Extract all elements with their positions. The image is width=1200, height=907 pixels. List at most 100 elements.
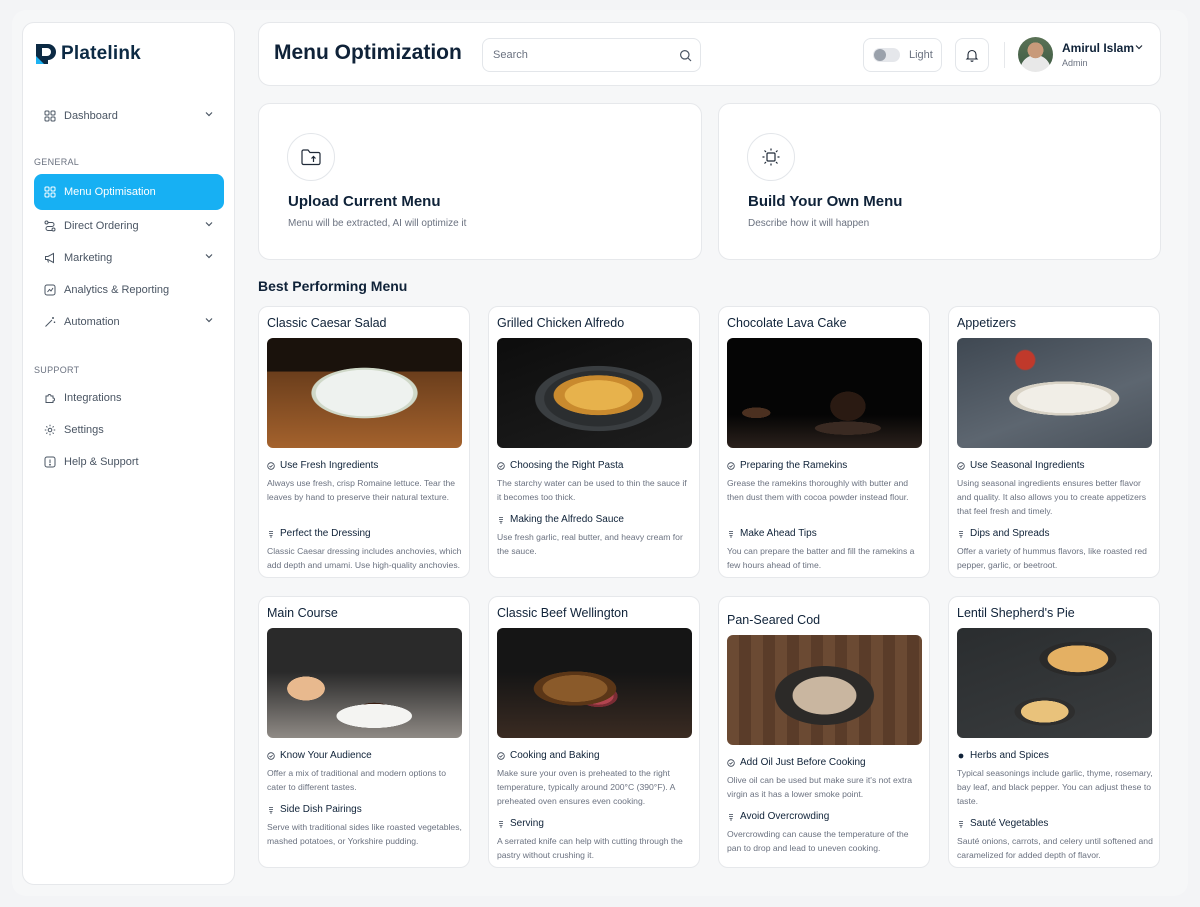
tip-heading: Use Seasonal Ingredients bbox=[957, 460, 1085, 471]
tip-heading: Sauté Vegetables bbox=[957, 818, 1048, 829]
sidebar-item-help-support[interactable]: Help & Support bbox=[34, 445, 224, 479]
menu-card[interactable]: Appetizers Use Seasonal Ingredients Using … bbox=[948, 306, 1160, 578]
menu-card[interactable]: Main Course Know Your Audience Offer a mix… bbox=[258, 596, 470, 868]
drop-icon bbox=[269, 806, 273, 813]
chevron-down-icon[interactable] bbox=[204, 219, 214, 229]
action-subtitle: Describe how it will happen bbox=[748, 218, 870, 229]
menu-card-image bbox=[957, 338, 1152, 448]
tip-text: Classic Caesar dressing includes anchovi… bbox=[267, 546, 462, 570]
sidebar-item-label: Menu Optimisation bbox=[64, 186, 156, 198]
tip-text: Using seasonal ingredients ensures bette… bbox=[957, 478, 1147, 516]
tip-heading: Avoid Overcrowding bbox=[727, 811, 829, 822]
tip-heading: Cooking and Baking bbox=[497, 750, 600, 761]
sidebar-item-integrations[interactable]: Integrations bbox=[34, 381, 224, 415]
sidebar-item-label: Direct Ordering bbox=[64, 220, 139, 232]
check-circle-icon bbox=[497, 751, 505, 760]
chevron-down-icon[interactable] bbox=[204, 251, 214, 261]
drop-icon bbox=[959, 820, 963, 827]
tip-text: Offer a variety of hummus flavors, like … bbox=[957, 546, 1147, 570]
tip-heading-label: Serving bbox=[510, 818, 544, 829]
search-box[interactable] bbox=[482, 38, 701, 72]
menu-card[interactable]: Lentil Shepherd's Pie Herbs and Spices Typ… bbox=[948, 596, 1160, 868]
header-divider bbox=[1004, 42, 1005, 68]
brand-logo[interactable]: Platelink bbox=[35, 43, 141, 65]
sidebar-item-dashboard[interactable]: Dashboard bbox=[34, 99, 224, 133]
menu-card-title: Classic Caesar Salad bbox=[267, 316, 387, 330]
user-name[interactable]: Amirul Islam bbox=[1062, 41, 1134, 55]
sidebar-item-analytics-reporting[interactable]: Analytics & Reporting bbox=[34, 273, 224, 307]
tip-text: Serve with traditional sides like roaste… bbox=[267, 822, 462, 846]
menu-card[interactable]: Chocolate Lava Cake Preparing the Ramekin… bbox=[718, 306, 930, 578]
tip-heading-label: Dips and Spreads bbox=[970, 528, 1050, 539]
tip-heading: Make Ahead Tips bbox=[727, 528, 817, 539]
avatar[interactable] bbox=[1018, 37, 1053, 72]
action-title: Build Your Own Menu bbox=[748, 193, 903, 210]
tip-heading: Dips and Spreads bbox=[957, 528, 1050, 539]
build-menu-card[interactable]: Build Your Own Menu Describe how it will… bbox=[718, 103, 1161, 260]
menu-card[interactable]: Classic Caesar Salad Use Fresh Ingredient… bbox=[258, 306, 470, 578]
theme-toggle[interactable]: Light bbox=[863, 38, 942, 72]
menu-card[interactable]: Pan-Seared Cod Add Oil Just Before Cookin… bbox=[718, 596, 930, 868]
theme-switch[interactable] bbox=[873, 48, 900, 62]
tip-heading: Know Your Audience bbox=[267, 750, 372, 761]
notifications-button[interactable] bbox=[955, 38, 989, 72]
menu-card[interactable]: Grilled Chicken Alfredo Choosing the Righ… bbox=[488, 306, 700, 578]
sidebar-item-label: Dashboard bbox=[64, 110, 118, 122]
page-title: Menu Optimization bbox=[274, 41, 462, 64]
magic-wand-icon bbox=[45, 317, 56, 327]
check-circle-icon bbox=[497, 461, 505, 470]
menu-card-image bbox=[727, 338, 922, 448]
chart-icon bbox=[44, 284, 56, 296]
tip-heading: Add Oil Just Before Cooking bbox=[727, 757, 866, 768]
puzzle-icon bbox=[45, 394, 55, 403]
search-input[interactable] bbox=[493, 49, 663, 61]
theme-label: Light bbox=[909, 49, 933, 61]
menu-card-title: Appetizers bbox=[957, 316, 1017, 330]
dot-icon bbox=[958, 753, 964, 758]
tip-heading-label: Use Seasonal Ingredients bbox=[970, 460, 1085, 471]
tip-heading-label: Add Oil Just Before Cooking bbox=[740, 757, 866, 768]
sidebar-item-settings[interactable]: Settings bbox=[34, 413, 224, 447]
check-circle-icon bbox=[957, 461, 965, 470]
drop-icon bbox=[729, 530, 733, 537]
tip-text: Offer a mix of traditional and modern op… bbox=[267, 768, 446, 792]
gear-icon bbox=[44, 424, 56, 436]
folder-upload-icon bbox=[301, 149, 321, 166]
section-label-support: SUPPORT bbox=[34, 365, 80, 375]
sidebar-item-marketing[interactable]: Marketing bbox=[34, 241, 224, 275]
chevron-down-icon[interactable] bbox=[204, 315, 214, 325]
drop-icon bbox=[729, 813, 733, 820]
tip-heading-label: Perfect the Dressing bbox=[280, 528, 371, 539]
help-icon bbox=[44, 456, 56, 468]
tip-heading: Use Fresh Ingredients bbox=[267, 460, 378, 471]
grid-icon bbox=[44, 110, 56, 122]
tip-heading-label: Herbs and Spices bbox=[970, 750, 1049, 761]
tip-text: Sauté onions, carrots, and celery until … bbox=[957, 836, 1153, 860]
check-circle-icon bbox=[267, 461, 275, 470]
tip-heading: Herbs and Spices bbox=[957, 750, 1049, 761]
menu-card[interactable]: Classic Beef Wellington Cooking and Bakin… bbox=[488, 596, 700, 868]
menu-card-title: Grilled Chicken Alfredo bbox=[497, 316, 625, 330]
sidebar-item-direct-ordering[interactable]: Direct Ordering bbox=[34, 209, 224, 243]
tip-heading-label: Use Fresh Ingredients bbox=[280, 460, 379, 471]
sidebar-item-label: Analytics & Reporting bbox=[64, 284, 170, 296]
upload-menu-card[interactable]: Upload Current Menu Menu will be extract… bbox=[258, 103, 702, 260]
drop-icon bbox=[269, 530, 273, 537]
tip-text: Olive oil can be used but make sure it's… bbox=[727, 775, 913, 799]
chevron-down-icon[interactable] bbox=[204, 109, 214, 119]
sidebar: Platelink Dashboard GENERAL Menu Optimis… bbox=[22, 22, 235, 885]
action-subtitle: Menu will be extracted, AI will optimize… bbox=[288, 218, 467, 229]
sidebar-item-automation[interactable]: Automation bbox=[34, 305, 224, 339]
tip-text: Make sure your oven is preheated to the … bbox=[497, 768, 675, 806]
tip-heading-label: Know Your Audience bbox=[280, 750, 372, 761]
grid-icon bbox=[44, 186, 56, 198]
sidebar-item-label: Marketing bbox=[64, 252, 113, 264]
platelink-logo-icon bbox=[36, 44, 56, 64]
sidebar-item-menu-optimisation[interactable]: Menu Optimisation bbox=[34, 174, 224, 210]
action-icon-wrap bbox=[747, 133, 795, 181]
tip-text: Grease the ramekins thoroughly with butt… bbox=[727, 478, 909, 502]
megaphone-icon bbox=[45, 252, 54, 264]
search-icon[interactable] bbox=[679, 49, 692, 62]
chevron-down-icon[interactable] bbox=[1134, 42, 1144, 52]
tip-heading-label: Making the Alfredo Sauce bbox=[510, 514, 624, 525]
